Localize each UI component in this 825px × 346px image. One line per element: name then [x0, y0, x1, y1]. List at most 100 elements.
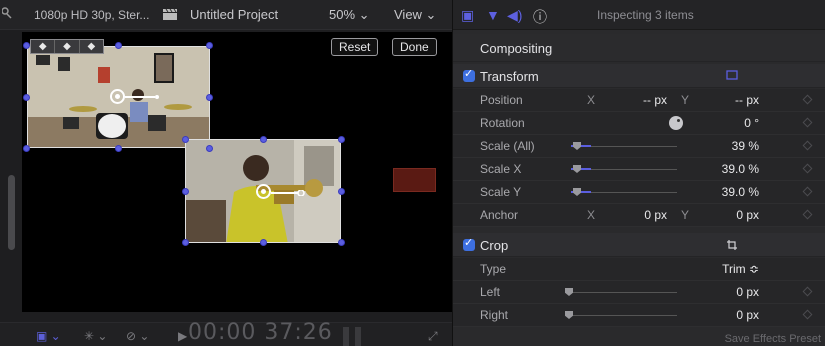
- next-keyframe-button[interactable]: ◆: [80, 40, 103, 53]
- transform-mode-icon[interactable]: ▣ ⌄: [36, 329, 61, 343]
- position-y-axis: Y: [681, 93, 690, 107]
- transform-handle[interactable]: [338, 239, 345, 246]
- fullscreen-icon[interactable]: ⤢: [428, 329, 438, 344]
- transform-handle[interactable]: [115, 42, 122, 49]
- zoom-menu[interactable]: 50% ⌄: [329, 7, 370, 23]
- transform-handle[interactable]: [206, 94, 213, 101]
- scale-x-slider-knob[interactable]: [573, 165, 581, 173]
- crop-right-slider[interactable]: [565, 315, 677, 316]
- scale-x-row: Scale X 39.0 %: [453, 158, 825, 181]
- crop-left-slider[interactable]: [565, 292, 677, 293]
- crop-type-select[interactable]: Trim ≎: [699, 262, 759, 276]
- transform-handle[interactable]: [206, 145, 213, 152]
- keyframe-diamond-icon[interactable]: [802, 117, 813, 128]
- keyframe-diamond-icon[interactable]: [802, 209, 813, 220]
- scale-all-row: Scale (All) 39 %: [453, 135, 825, 158]
- scale-x-value[interactable]: 39.0 %: [699, 162, 759, 176]
- crop-section-header[interactable]: Crop: [453, 233, 825, 257]
- crop-onscreen-control-icon[interactable]: [726, 239, 738, 251]
- anchor-x-axis: X: [587, 208, 596, 222]
- transform-handle[interactable]: [23, 145, 30, 152]
- keyframe-diamond-icon[interactable]: [802, 140, 813, 151]
- anchor-x-value[interactable]: 0 px: [633, 208, 667, 222]
- rotation-dial[interactable]: [669, 116, 683, 130]
- scale-all-label: Scale (All): [480, 139, 535, 153]
- speed-menu-icon[interactable]: ⊘ ⌄: [126, 329, 149, 343]
- transform-handle[interactable]: [206, 42, 213, 49]
- audio-inspector-tab-icon[interactable]: ◀): [507, 7, 522, 24]
- transform-handle[interactable]: [23, 94, 30, 101]
- crop-left-value[interactable]: 0 px: [719, 285, 759, 299]
- keyframe-diamond-icon[interactable]: [802, 286, 813, 297]
- scale-y-label: Scale Y: [480, 185, 522, 199]
- crop-enable-checkbox[interactable]: [463, 236, 475, 251]
- crop-right-slider-knob[interactable]: [565, 311, 573, 319]
- view-menu[interactable]: View ⌄: [394, 7, 436, 23]
- rotation-row: Rotation 0 °: [453, 112, 825, 135]
- keyframe-diamond-icon[interactable]: [802, 309, 813, 320]
- filter-inspector-tab-icon[interactable]: ▼: [486, 7, 500, 23]
- rotation-handle-arm[interactable]: [271, 190, 307, 196]
- scale-all-slider-knob[interactable]: [573, 142, 581, 150]
- reset-button[interactable]: Reset: [331, 38, 379, 56]
- scale-y-slider-knob[interactable]: [573, 188, 581, 196]
- play-icon[interactable]: ▶: [178, 329, 187, 343]
- transform-handle[interactable]: [260, 239, 267, 246]
- crop-left-row: Left 0 px: [453, 281, 825, 304]
- color-swatch: [393, 168, 436, 192]
- format-label[interactable]: 1080p HD 30p, Ster...: [34, 8, 149, 22]
- transform-handle[interactable]: [182, 188, 189, 195]
- scale-y-row: Scale Y 39.0 %: [453, 181, 825, 204]
- vertical-scrollbar[interactable]: [8, 175, 15, 250]
- enhance-menu-icon[interactable]: ✳ ⌄: [84, 329, 107, 343]
- transform-section-header[interactable]: Transform: [453, 64, 825, 88]
- transform-onscreen-control-icon[interactable]: [726, 70, 738, 81]
- anchor-y-value[interactable]: 0 px: [719, 208, 759, 222]
- keyframe-nav: ◆ ◆ ◆: [30, 39, 104, 54]
- viewer-bottom-bar: ▣ ⌄ ✳ ⌄ ⊘ ⌄ ▶ 00:00 37:26 ⤢: [0, 320, 452, 346]
- position-x-value[interactable]: -- px: [633, 93, 667, 107]
- transform-handle[interactable]: [23, 42, 30, 49]
- position-center-handle[interactable]: [110, 89, 125, 104]
- compositing-section[interactable]: Compositing: [453, 34, 825, 62]
- add-keyframe-button[interactable]: ◆: [55, 40, 80, 53]
- info-inspector-tab-icon[interactable]: ⓘ: [533, 7, 547, 27]
- transform-handle[interactable]: [115, 145, 122, 152]
- done-button[interactable]: Done: [392, 38, 437, 56]
- transform-enable-checkbox[interactable]: [463, 67, 475, 82]
- anchor-y-axis: Y: [681, 208, 690, 222]
- position-center-handle[interactable]: [256, 184, 271, 199]
- scale-x-label: Scale X: [480, 162, 522, 176]
- save-effects-preset-button[interactable]: Save Effects Preset: [725, 333, 821, 345]
- crop-right-row: Right 0 px: [453, 304, 825, 327]
- previous-keyframe-button[interactable]: ◆: [31, 40, 56, 53]
- crop-type-label: Type: [480, 262, 507, 276]
- scale-all-value[interactable]: 39 %: [709, 139, 759, 153]
- rotation-value[interactable]: 0 °: [719, 116, 759, 130]
- search-icon[interactable]: [2, 6, 14, 20]
- position-label: Position: [480, 93, 523, 107]
- crop-left-slider-knob[interactable]: [565, 288, 573, 296]
- crop-right-value[interactable]: 0 px: [719, 308, 759, 322]
- transform-handle[interactable]: [260, 136, 267, 143]
- crop-type-row: Type Trim ≎: [453, 258, 825, 281]
- project-title: Untitled Project: [190, 7, 279, 22]
- transform-handle[interactable]: [338, 188, 345, 195]
- transform-handle[interactable]: [182, 239, 189, 246]
- audio-meter-left: [343, 327, 349, 346]
- transform-label: Transform: [480, 69, 539, 84]
- scale-y-value[interactable]: 39.0 %: [699, 185, 759, 199]
- audio-meter-right: [355, 327, 361, 346]
- video-inspector-tab-icon[interactable]: ▣: [461, 7, 474, 24]
- keyframe-diamond-icon[interactable]: [802, 94, 813, 105]
- keyframe-diamond-icon[interactable]: [802, 186, 813, 197]
- viewer-panel: 1080p HD 30p, Ster... Untitled Project 5…: [0, 0, 452, 346]
- position-y-value[interactable]: -- px: [719, 93, 759, 107]
- crop-left-label: Left: [480, 285, 501, 299]
- transform-handle[interactable]: [182, 136, 189, 143]
- transform-handle[interactable]: [338, 136, 345, 143]
- keyframe-diamond-icon[interactable]: [802, 163, 813, 174]
- rotation-handle-arm[interactable]: [125, 95, 161, 99]
- viewer-canvas[interactable]: [22, 32, 452, 312]
- inspector-tabs: ▣ ▼ ◀) ⓘ Inspecting 3 items: [453, 0, 825, 30]
